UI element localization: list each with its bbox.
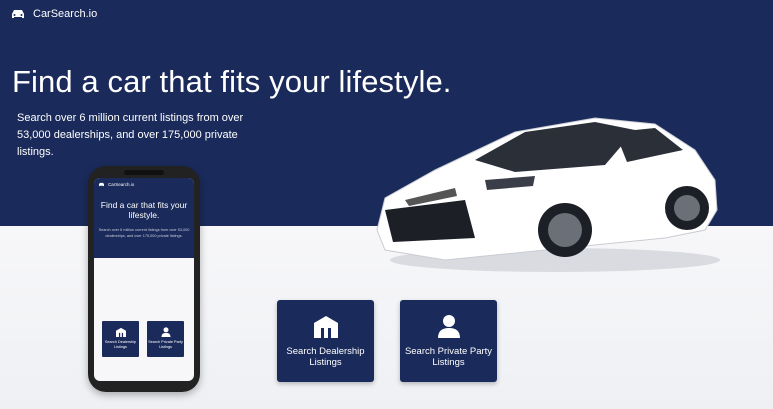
phone-notch xyxy=(124,170,164,175)
search-private-button[interactable]: Search Private Party Listings xyxy=(400,300,497,382)
phone-subtext: Search over 6 million current listings f… xyxy=(98,228,190,238)
search-private-label: Search Private Party Listings xyxy=(404,346,493,368)
phone-dealership-label: Search Dealership Listings xyxy=(104,340,137,349)
person-icon xyxy=(437,315,460,338)
phone-dealership-button[interactable]: Search Dealership Listings xyxy=(102,321,139,357)
phone-headline: Find a car that fits your lifestyle. xyxy=(100,200,188,220)
hero-subtext: Search over 6 million current listings f… xyxy=(17,112,244,158)
phone-brand: CarSearch.io xyxy=(98,182,134,187)
phone-private-button[interactable]: Search Private Party Listings xyxy=(147,321,184,357)
search-dealership-label: Search Dealership Listings xyxy=(286,346,365,368)
hero-headline: Find a car that fits your lifestyle. xyxy=(12,64,452,99)
car-image xyxy=(376,117,720,272)
brand-logo[interactable]: CarSearch.io xyxy=(10,8,97,20)
car-icon xyxy=(12,10,24,18)
person-icon xyxy=(160,327,171,337)
phone-hero: CarSearch.io Find a car that fits your l… xyxy=(94,178,194,258)
building-icon xyxy=(115,327,126,337)
phone-brand-name: CarSearch.io xyxy=(108,182,135,187)
phone-screen: CarSearch.io Find a car that fits your l… xyxy=(94,178,194,381)
building-icon xyxy=(313,316,338,338)
search-dealership-button[interactable]: Search Dealership Listings xyxy=(277,300,374,382)
brand-name: CarSearch.io xyxy=(33,8,98,20)
phone-private-label: Search Private Party Listings xyxy=(148,340,183,349)
car-icon xyxy=(99,182,104,187)
phone-mockup: CarSearch.io Find a car that fits your l… xyxy=(88,166,200,392)
